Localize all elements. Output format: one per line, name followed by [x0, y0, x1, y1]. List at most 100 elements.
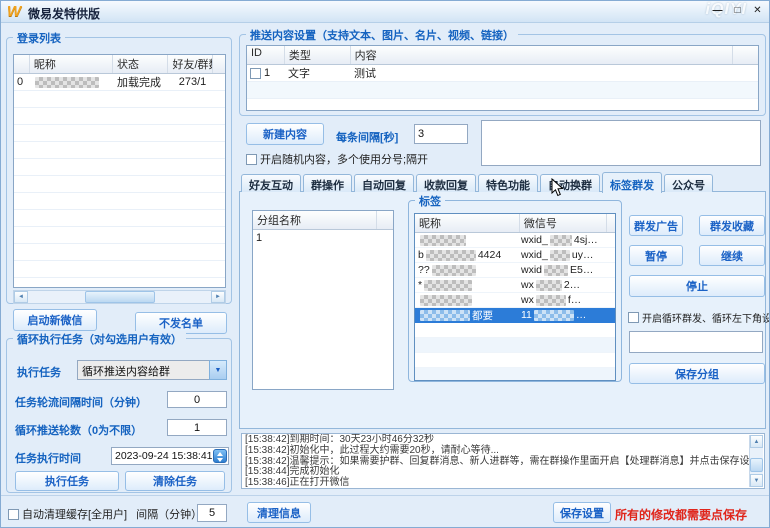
hscroll-thumb[interactable] [85, 291, 155, 303]
task-time-label: 任务执行时间 [15, 450, 81, 466]
tab-2[interactable]: 自动回复 [354, 174, 414, 192]
tab-3[interactable]: 收款回复 [416, 174, 476, 192]
loop-task-groupbox: 循环执行任务（对勾选用户有效） 执行任务 循环推送内容给群 ▼ 任务轮流间隔时间… [6, 338, 232, 493]
tab-1[interactable]: 群操作 [303, 174, 352, 192]
blurred-wechat-id [550, 235, 572, 246]
login-table[interactable]: 昵称 状态 好友/群数 0 加载完成 273/1 [13, 54, 226, 288]
save-settings-button[interactable]: 保存设置 [553, 502, 611, 523]
log-output: [15:38:42]到期时间：30天23小时46分32秒[15:38:42]初始… [245, 435, 747, 489]
minimize-button[interactable]: — [710, 4, 725, 18]
login-row-index: 0 [14, 76, 30, 88]
log-vscrollbar[interactable]: ▲ ▼ [749, 435, 763, 487]
login-empty-row [14, 227, 225, 244]
loop-task-title: 循环执行任务（对勾选用户有效） [13, 331, 186, 347]
tab-0[interactable]: 好友互动 [241, 174, 301, 192]
login-hscrollbar[interactable]: ◄ ► [13, 290, 226, 304]
save-group-button[interactable]: 保存分组 [629, 363, 765, 384]
login-row-counts: 273/1 [170, 76, 215, 88]
window-title: 微易发特供版 [28, 5, 100, 22]
vscroll-thumb[interactable] [750, 458, 763, 472]
contact-row[interactable]: wxf… [415, 293, 615, 308]
loop-send-label: 开启循环群发、循环左下角设置 [642, 310, 770, 325]
execute-task-button[interactable]: 执行任务 [15, 471, 119, 491]
contact-empty-row [415, 338, 615, 353]
login-empty-row [14, 159, 225, 176]
login-col-status[interactable]: 状态 [113, 55, 168, 73]
mass-send-ad-button[interactable]: 群发广告 [629, 215, 683, 236]
login-empty-row [14, 193, 225, 210]
blurred-nickname [420, 310, 470, 321]
task-datetime-value: 2023-09-24 15:38:41 [115, 450, 213, 462]
task-select[interactable]: 循环推送内容给群 ▼ [77, 360, 227, 380]
tab-6[interactable]: 标签群发 [602, 172, 662, 193]
scroll-up-icon[interactable]: ▲ [750, 435, 763, 448]
stop-button[interactable]: 停止 [629, 275, 765, 297]
push-col-id[interactable]: ID [247, 46, 285, 64]
contact-row[interactable]: wxid_4sj… [415, 233, 615, 248]
contacts-body: wxid_4sj…b4424wxid_uy…??wxidE5…*wx2…wxf…… [415, 233, 615, 381]
datetime-picker-icon[interactable] [213, 449, 227, 463]
push-table-header: ID 类型 内容 [247, 46, 758, 65]
push-col-type[interactable]: 类型 [285, 46, 351, 64]
contacts-col-nickname[interactable]: 昵称 [415, 214, 520, 232]
pause-button[interactable]: 暂停 [629, 245, 683, 266]
content-textarea[interactable] [481, 120, 761, 166]
login-row[interactable]: 0 加载完成 273/1 [14, 74, 225, 91]
start-new-wechat-button[interactable]: 启动新微信 [13, 309, 97, 331]
task-datetime-input[interactable]: 2023-09-24 15:38:41 [111, 447, 229, 465]
login-empty-row [14, 210, 225, 227]
log-area[interactable]: [15:38:42]到期时间：30天23小时46分32秒[15:38:42]初始… [241, 433, 765, 489]
clean-info-button[interactable]: 清理信息 [247, 502, 311, 523]
push-empty-row [247, 99, 758, 111]
task-interval-input[interactable] [167, 391, 227, 408]
mass-send-fav-button[interactable]: 群发收藏 [699, 215, 765, 236]
push-row[interactable]: 1 文字 测试 [247, 65, 758, 82]
push-row-checkbox[interactable] [250, 68, 261, 79]
login-empty-row [14, 261, 225, 278]
maximize-button[interactable]: □ [730, 4, 745, 18]
scroll-down-icon[interactable]: ▼ [750, 474, 763, 487]
tab-5[interactable]: 自动换群 [540, 174, 600, 192]
contacts-col-wechat-id[interactable]: 微信号 [520, 214, 607, 232]
push-col-content[interactable]: 内容 [351, 46, 733, 64]
loop-rounds-input[interactable] [167, 419, 227, 436]
scroll-right-icon[interactable]: ► [211, 291, 225, 303]
blurred-wechat-id [550, 250, 570, 261]
tab-7[interactable]: 公众号 [664, 174, 713, 192]
scroll-left-icon[interactable]: ◄ [14, 291, 28, 303]
continue-button[interactable]: 继续 [699, 245, 765, 266]
push-content-table[interactable]: ID 类型 内容 1 文字 测试 [246, 45, 759, 111]
loop-send-row: 开启循环群发、循环左下角设置 [628, 310, 770, 325]
loop-send-checkbox[interactable] [628, 312, 639, 323]
group-row[interactable]: 1 [253, 230, 393, 245]
chevron-down-icon[interactable]: ▼ [209, 360, 227, 380]
login-col-counts[interactable]: 好友/群数 [168, 55, 213, 73]
push-table-body: 1 文字 测试 [247, 65, 758, 111]
random-content-checkbox[interactable] [246, 154, 257, 165]
login-col-nickname[interactable]: 昵称 [30, 55, 113, 73]
group-name-table[interactable]: 分组名称 1 [252, 210, 394, 390]
clear-task-button[interactable]: 清除任务 [125, 471, 225, 491]
login-row-status: 加载完成 [114, 74, 170, 90]
close-button[interactable]: ✕ [750, 4, 765, 18]
msg-interval-input[interactable] [414, 124, 468, 144]
contact-row[interactable]: ??wxidE5… [415, 263, 615, 278]
clean-interval-input[interactable] [197, 504, 227, 522]
tab-4[interactable]: 特色功能 [478, 174, 538, 192]
bottom-separator [1, 495, 770, 496]
group-name-header[interactable]: 分组名称 [253, 211, 377, 229]
titlebar[interactable]: W 微易发特供版 iQIYI — □ ✕ [1, 1, 769, 23]
window-controls: — □ ✕ [710, 4, 765, 18]
new-content-button[interactable]: 新建内容 [246, 123, 324, 145]
blurred-nickname [426, 250, 476, 261]
contact-row[interactable]: b4424wxid_uy… [415, 248, 615, 263]
push-empty-row [247, 82, 758, 99]
contact-row[interactable]: 都要11… [415, 308, 615, 323]
auto-clean-checkbox[interactable] [8, 509, 19, 520]
blurred-nickname [420, 295, 472, 306]
tab-bar: 好友互动群操作自动回复收款回复特色功能自动换群标签群发公众号 [241, 170, 715, 192]
contacts-table[interactable]: 昵称 微信号 wxid_4sj…b4424wxid_uy…??wxidE5…*w… [414, 213, 616, 381]
group-name-input[interactable] [629, 331, 763, 353]
task-select-value[interactable]: 循环推送内容给群 [77, 360, 209, 380]
contact-row[interactable]: *wx2… [415, 278, 615, 293]
